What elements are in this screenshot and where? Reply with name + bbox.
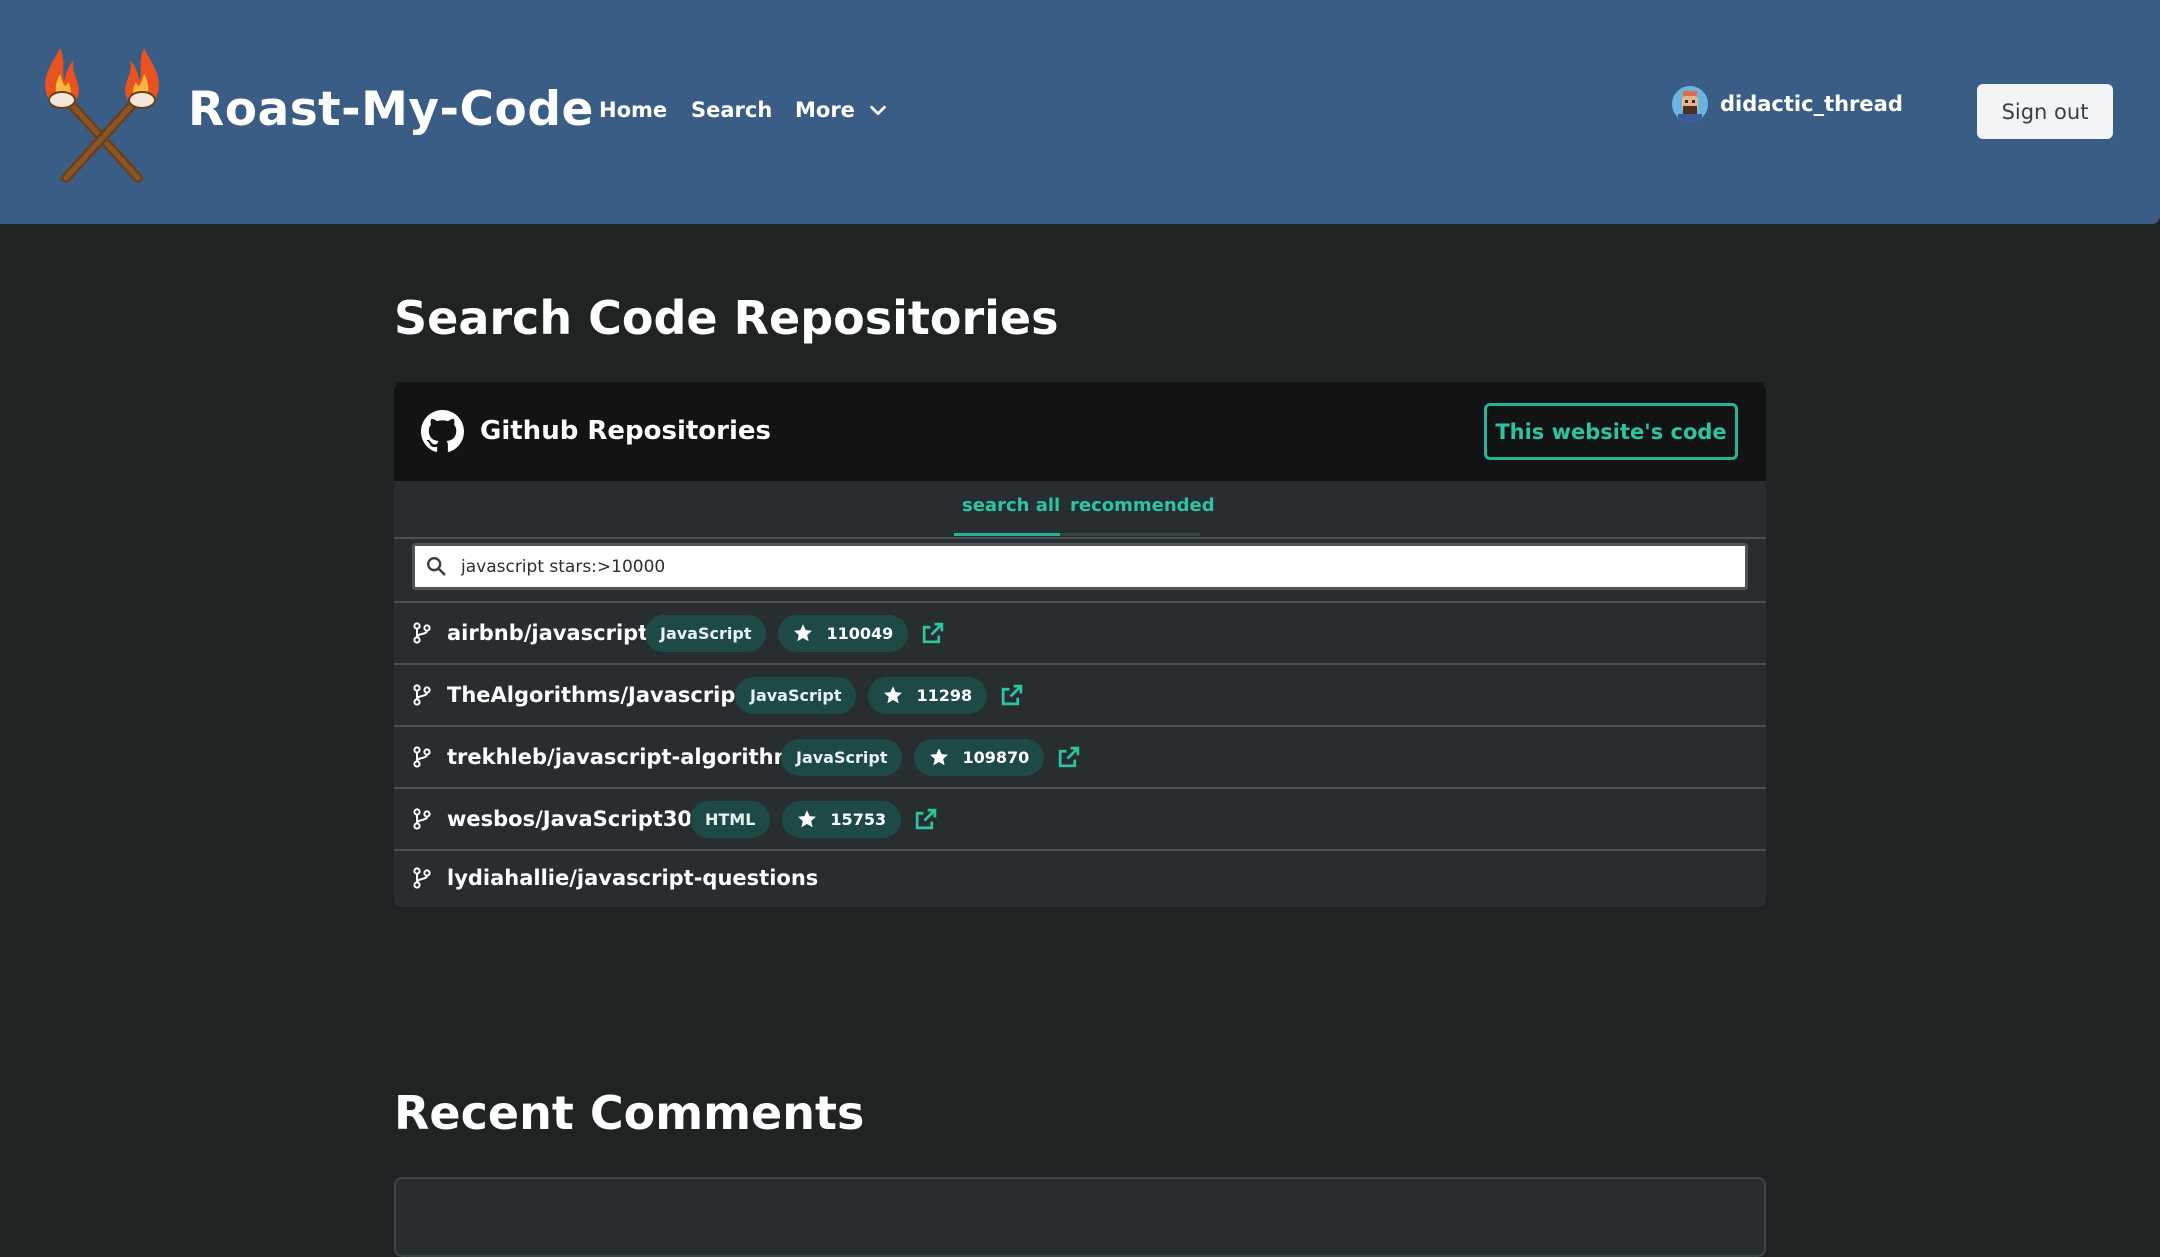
star-icon [794, 624, 813, 642]
top-navbar: Roast-My-Code Home Search More didactic_… [0, 0, 2160, 224]
sign-out-button[interactable]: Sign out [1977, 84, 2113, 139]
nav-more-dropdown[interactable]: More [795, 98, 889, 122]
star-icon [798, 810, 817, 828]
code-branch-icon [413, 808, 431, 830]
external-link-icon[interactable] [913, 807, 938, 832]
tab-recommended[interactable]: recommended [1070, 495, 1215, 516]
stars-badge: 110049 [778, 614, 909, 652]
repo-link[interactable]: airbnb/javascript [447, 621, 648, 645]
user-avatar-icon [1672, 86, 1708, 122]
website-code-button[interactable]: This website's code [1484, 403, 1738, 460]
star-icon [930, 748, 949, 766]
active-tab-indicator [954, 533, 1060, 536]
nav-home-link[interactable]: Home [599, 98, 667, 122]
github-repositories-card: Github Repositories This website's code … [394, 382, 1766, 907]
stars-badge: 15753 [782, 800, 902, 838]
results-list: airbnb/javascript JavaScript 110049 TheA… [394, 601, 1766, 904]
card-header: Github Repositories This website's code [394, 382, 1766, 481]
repo-link[interactable]: wesbos/JavaScript30 [447, 807, 692, 831]
language-badge: HTML [690, 800, 771, 838]
list-item: lydiahallie/javascript-questions [394, 849, 1766, 904]
external-link-icon[interactable] [1056, 745, 1081, 770]
recent-comments-card [394, 1177, 1766, 1257]
stars-badge: 11298 [868, 676, 988, 714]
external-link-icon[interactable] [920, 621, 945, 646]
star-icon [884, 686, 903, 704]
username-label: didactic_thread [1720, 92, 1903, 116]
search-input[interactable] [461, 546, 1731, 587]
external-link-icon[interactable] [999, 683, 1024, 708]
repo-link[interactable]: trekhleb/javascript-algorithms [447, 745, 808, 769]
language-badge: JavaScript [735, 676, 857, 714]
search-field [412, 543, 1748, 590]
list-item: wesbos/JavaScript30 HTML 15753 [394, 787, 1766, 849]
code-branch-icon [413, 684, 431, 706]
stars-count: 15753 [830, 809, 887, 829]
language-badge: JavaScript [645, 614, 767, 652]
github-icon [421, 410, 464, 452]
stars-badge: 109870 [914, 738, 1045, 776]
repo-link[interactable]: TheAlgorithms/Javascript [447, 683, 745, 707]
code-branch-icon [413, 746, 431, 768]
chevron-down-icon [870, 105, 886, 116]
repo-link[interactable]: lydiahallie/javascript-questions [447, 866, 818, 890]
search-tabs: search all recommended [394, 481, 1766, 539]
stars-count: 110049 [826, 623, 894, 643]
stars-count: 109870 [962, 747, 1030, 767]
search-section-title: Search Code Repositories [394, 291, 1059, 345]
brand-title[interactable]: Roast-My-Code [188, 82, 594, 137]
language-badge: JavaScript [781, 738, 903, 776]
crossed-torches-icon[interactable] [40, 38, 164, 186]
stars-count: 11298 [916, 685, 973, 705]
card-title: Github Repositories [480, 416, 772, 446]
list-item: TheAlgorithms/Javascript JavaScript 1129… [394, 663, 1766, 725]
list-item: airbnb/javascript JavaScript 110049 [394, 601, 1766, 663]
tab-search-all[interactable]: search all [962, 495, 1060, 516]
recent-comments-title: Recent Comments [394, 1086, 865, 1140]
user-profile[interactable]: didactic_thread [1672, 86, 1903, 122]
tab-indicator [1060, 533, 1200, 536]
code-branch-icon [413, 866, 431, 889]
list-item: trekhleb/javascript-algorithms JavaScrip… [394, 725, 1766, 787]
nav-search-link[interactable]: Search [691, 98, 772, 122]
search-icon [427, 557, 446, 576]
nav-more-label: More [795, 98, 855, 122]
code-branch-icon [413, 622, 431, 644]
